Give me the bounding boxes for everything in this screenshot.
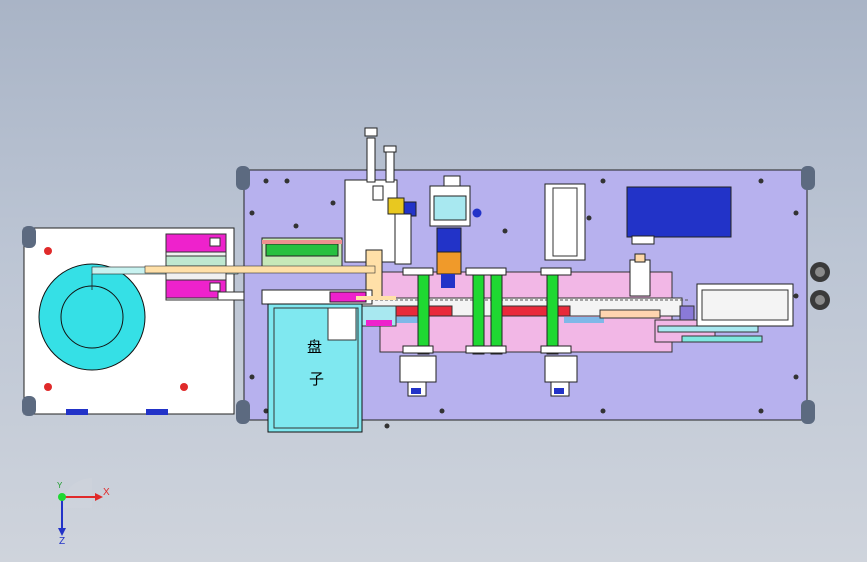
axis-x-label: X (103, 487, 110, 498)
motor-panel (626, 186, 732, 238)
axis-y-label: Y (57, 481, 63, 490)
tray-label-bottom: 子 (309, 370, 325, 388)
reel-feeder (22, 226, 269, 416)
axis-z-label: Z (59, 536, 66, 547)
cad-drawing (22, 127, 830, 536)
coordinate-triad (58, 478, 103, 536)
tray-label-top: 盘 (307, 338, 323, 356)
